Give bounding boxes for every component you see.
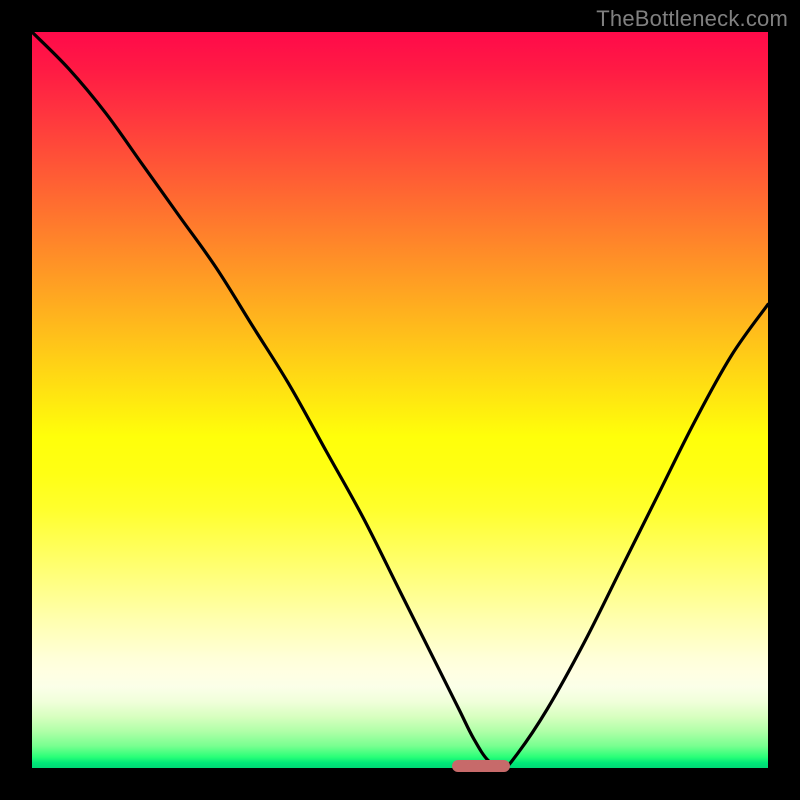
curve-layer (32, 32, 768, 768)
bottleneck-curve (32, 32, 768, 768)
plot-area (32, 32, 768, 768)
optimal-range-marker (452, 760, 511, 772)
watermark-text: TheBottleneck.com (596, 6, 788, 32)
chart-container: TheBottleneck.com (0, 0, 800, 800)
